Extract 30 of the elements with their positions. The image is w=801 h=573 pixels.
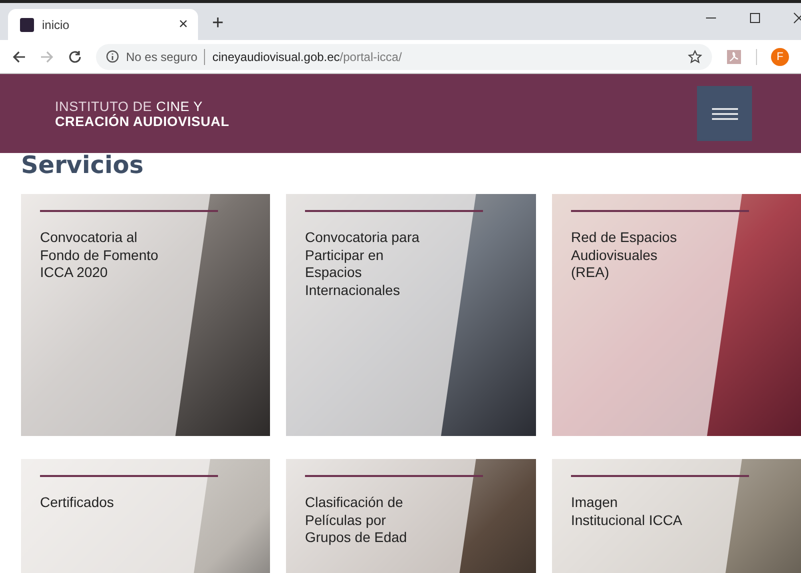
card-title: Certificados	[40, 494, 115, 512]
card-title: Convocatoria para Participar en Espacios Internacionales	[305, 229, 420, 299]
address-bar[interactable]: No es seguro cineyaudiovisual.gob.ec/portal-icca/	[96, 44, 712, 70]
favicon-icon	[20, 18, 34, 32]
info-icon	[106, 50, 119, 63]
url-text: cineyaudiovisual.gob.ec/portal-icca/	[212, 50, 402, 64]
service-card[interactable]: Clasificación de Películas por Grupos de Edad	[286, 459, 536, 573]
menu-button[interactable]	[697, 86, 752, 141]
menu-icon	[712, 106, 738, 120]
card-title: Imagen Institucional ICCA	[571, 494, 684, 529]
card-title: Convocatoria al Fondo de Fomento ICCA 2020	[40, 229, 160, 282]
card-title: Red de Espacios Audiovisuales (REA)	[571, 229, 678, 282]
service-card[interactable]: Imagen Institucional ICCA	[552, 459, 801, 573]
back-icon[interactable]	[12, 50, 26, 64]
star-icon[interactable]	[688, 50, 702, 64]
service-card[interactable]: Convocatoria para Participar en Espacios Internacionales	[286, 194, 536, 436]
section-title: Servicios	[20, 153, 144, 181]
new-tab-button[interactable]: +	[212, 12, 224, 35]
maximize-icon[interactable]	[749, 12, 761, 24]
browser-tab[interactable]: inicio ×	[8, 9, 198, 40]
service-card[interactable]: Convocatoria al Fondo de Fomento ICCA 2020	[21, 194, 270, 436]
security-label: No es seguro	[126, 50, 198, 64]
close-tab-button[interactable]: ×	[178, 16, 188, 34]
card-title: Clasificación de Películas por Grupos de Edad	[305, 494, 408, 546]
reload-icon[interactable]	[68, 50, 82, 64]
service-card[interactable]: Certificados	[21, 459, 270, 573]
tab-title: inicio	[42, 18, 70, 32]
site-logo[interactable]: INSTITUTO DE CINE Y CREACIÓN AUDIOVISUAL	[55, 98, 230, 128]
service-card[interactable]: Red de Espacios Audiovisuales (REA)	[552, 194, 801, 436]
close-icon[interactable]	[793, 12, 801, 24]
